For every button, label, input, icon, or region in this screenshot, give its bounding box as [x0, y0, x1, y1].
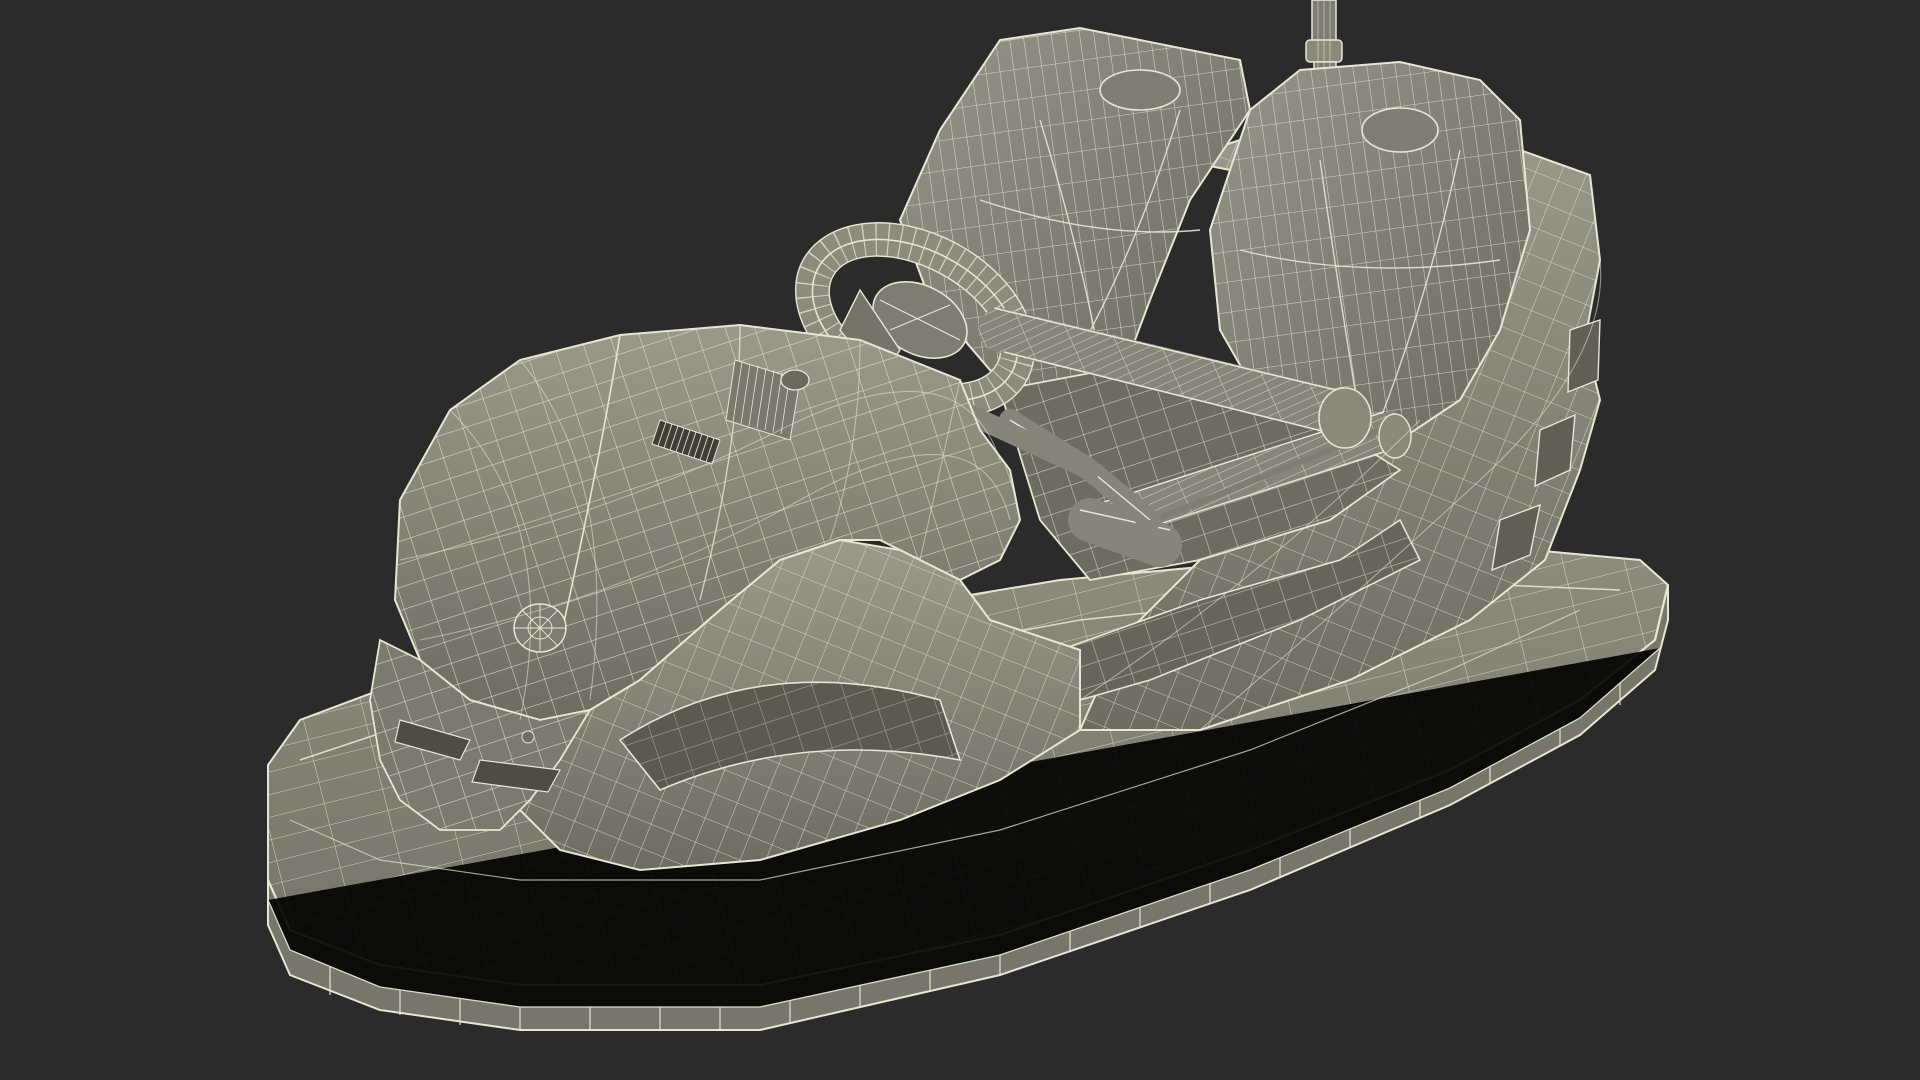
hood-cap: [780, 369, 810, 391]
bumper-car-wireframe-render: [0, 0, 1920, 1080]
front-emblem: [513, 603, 567, 653]
render-viewport: [0, 0, 1920, 1080]
